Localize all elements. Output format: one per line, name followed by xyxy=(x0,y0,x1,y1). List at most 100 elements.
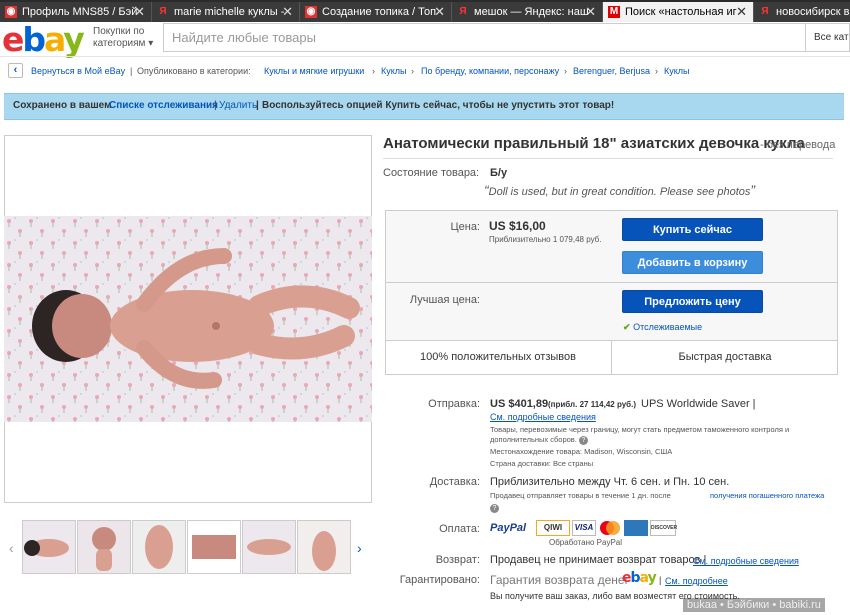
breadcrumb-label: Опубликовано в категории: xyxy=(137,66,251,76)
site-watermark: bukaa • Бэйбики • babiki.ru xyxy=(683,598,825,612)
browser-tab[interactable]: Я новосибирск вр xyxy=(754,2,850,22)
price-approx: Приблизительно 1 079,48 руб. xyxy=(489,235,602,244)
banner-separator: | xyxy=(214,100,217,111)
item-location: Местонахождение товара: Madison, Wiscons… xyxy=(490,447,673,456)
help-icon[interactable]: ? xyxy=(578,436,588,445)
condition-value: Б/у xyxy=(490,167,508,179)
shipping-approx: (прибл. 27 114,42 руб.) xyxy=(548,400,636,409)
shipping-label: Отправка: xyxy=(428,398,480,410)
close-tab-icon[interactable]: ✕ xyxy=(282,2,293,22)
thumbnail-image xyxy=(23,521,75,573)
thumbnail-image xyxy=(78,521,130,573)
shipping-service: UPS Worldwide Saver | xyxy=(641,398,756,410)
mastercard-icon xyxy=(598,520,622,536)
thumbnail-image xyxy=(133,521,185,573)
customs-note: дополнительных сборов. ? xyxy=(490,435,588,445)
guarantee-details-link[interactable]: См. подробнее xyxy=(665,576,728,586)
thumbnail[interactable] xyxy=(242,520,296,574)
positive-feedback: 100% положительных отзывов xyxy=(420,351,576,363)
breadcrumb-item[interactable]: Куклы и мягкие игрушки xyxy=(264,66,364,76)
back-arrow-icon[interactable]: ‹ xyxy=(8,63,23,78)
browser-tab[interactable]: ◉ Профиль MNS85 / Бэй ✕ xyxy=(0,2,152,22)
thumbnail-image xyxy=(298,521,350,573)
delivery-note-link[interactable]: получения погашенного платежа xyxy=(710,491,824,500)
thumb-prev-arrow-icon[interactable]: ‹ xyxy=(9,540,14,556)
paypal-logo: PayPal xyxy=(490,522,527,534)
remove-watch-link[interactable]: Удалить xyxy=(219,100,257,111)
price-value: US $16,00 xyxy=(489,219,546,233)
thumbnail[interactable] xyxy=(132,520,186,574)
make-offer-button[interactable]: Предложить цену xyxy=(622,290,763,313)
customs-note: Товары, перевозимые через границу, могут… xyxy=(490,425,790,434)
shop-by-category[interactable]: Покупки по категориям ▾ xyxy=(93,26,153,50)
yandex-favicon-icon: Я xyxy=(761,6,769,17)
browser-tab[interactable]: Я мешок — Яндекс: наш ✕ xyxy=(452,2,603,22)
breadcrumb-chevron-icon: › xyxy=(372,66,375,76)
money-back-guarantee: Гарантия возврата денег xyxy=(490,573,629,587)
watchlist-link[interactable]: Списке отслеживания xyxy=(109,100,218,111)
thumbnail[interactable] xyxy=(22,520,76,574)
guarantee-separator: | xyxy=(659,575,662,585)
title-divider xyxy=(383,158,833,159)
back-to-my-ebay-link[interactable]: Вернуться в Мой eBay xyxy=(31,66,125,76)
close-tab-icon[interactable]: ✕ xyxy=(736,2,747,22)
banner-separator: | xyxy=(256,100,259,111)
guarantee-label: Гарантировано: xyxy=(399,574,480,586)
doll-photo[interactable] xyxy=(4,216,372,422)
close-tab-icon[interactable]: ✕ xyxy=(134,2,145,22)
returns-text: Продавец не принимает возврат товаров | xyxy=(490,554,707,566)
delivery-note: Продавец отправляет товары в течение 1 д… xyxy=(490,491,671,500)
condition-note: “Doll is used, but in great condition. P… xyxy=(484,182,756,198)
thumbnail-image xyxy=(188,521,240,573)
browser-tab[interactable]: Я marie michelle куклы - ✕ xyxy=(152,2,300,22)
payment-label: Оплата: xyxy=(439,523,480,535)
ships-to: Страна доставки: Все страны xyxy=(490,459,594,468)
breadcrumb-chevron-icon: › xyxy=(655,66,658,76)
processed-by-paypal: Обработано PayPal xyxy=(549,538,623,547)
shipping-details-link[interactable]: См. подробные сведения xyxy=(490,412,596,422)
best-offer-label: Лучшая цена: xyxy=(409,294,480,306)
delivery-estimate: Приблизительно между Чт. 6 сен. и Пн. 10… xyxy=(490,476,730,488)
returns-label: Возврат: xyxy=(435,554,480,566)
breadcrumb-chevron-icon: › xyxy=(411,66,414,76)
qiwi-icon: QIWI xyxy=(536,520,570,536)
close-tab-icon[interactable]: ✕ xyxy=(585,2,596,22)
returns-details-link[interactable]: См. подробные сведения xyxy=(693,556,799,566)
browser-tab-active[interactable]: M Поиск «настольная иг ✕ xyxy=(603,2,754,22)
title-note: - без перевода xyxy=(760,139,836,151)
thumbnail[interactable] xyxy=(77,520,131,574)
delivery-label: Доставка: xyxy=(429,476,480,488)
discover-icon: DISCOVER xyxy=(650,520,677,536)
babiki-favicon-icon: ◉ xyxy=(305,6,317,18)
price-label: Цена: xyxy=(450,221,480,233)
add-to-cart-button[interactable]: Добавить в корзину xyxy=(622,251,763,274)
yandex-favicon-icon: Я xyxy=(159,6,167,17)
breadcrumb-item[interactable]: По бренду, компании, персонажу xyxy=(421,66,559,76)
search-category-select[interactable]: Все кат xyxy=(806,23,850,52)
watching-indicator[interactable]: ✔ Отслеживаемые xyxy=(623,322,702,333)
browser-tab[interactable]: ◉ Создание топика / Топ ✕ xyxy=(300,2,452,22)
breadcrumb-chevron-icon: › xyxy=(564,66,567,76)
banner-message: Воспользуйтесь опцией Купить сейчас, что… xyxy=(262,100,615,111)
shipping-price: US $401,89 xyxy=(490,398,549,410)
item-title: Анатомически правильный 18" азиатских де… xyxy=(383,135,805,152)
ebay-logo[interactable]: ebay xyxy=(2,22,85,58)
visa-icon: VISA xyxy=(572,520,596,536)
breadcrumb-item[interactable]: Куклы xyxy=(664,66,690,76)
breadcrumb-item[interactable]: Berenguer, Berjusa xyxy=(573,66,650,76)
buy-now-button[interactable]: Купить сейчас xyxy=(622,218,763,241)
thumbnail[interactable] xyxy=(187,520,241,574)
header-divider xyxy=(0,56,850,57)
yandex-favicon-icon: Я xyxy=(459,6,467,17)
thumbnail[interactable] xyxy=(297,520,351,574)
close-tab-icon[interactable]: ✕ xyxy=(434,2,445,22)
thumbnail-image xyxy=(243,521,295,573)
mail-favicon-icon: M xyxy=(608,6,620,18)
help-icon[interactable]: ? xyxy=(490,504,499,513)
ebay-small-logo: ebay xyxy=(622,570,657,586)
thumb-next-arrow-icon[interactable]: › xyxy=(357,540,362,556)
search-input[interactable]: Найдите любые товары xyxy=(163,23,806,52)
amex-icon xyxy=(624,520,648,536)
breadcrumb-item[interactable]: Куклы xyxy=(381,66,407,76)
fast-delivery: Быстрая доставка xyxy=(678,351,772,363)
